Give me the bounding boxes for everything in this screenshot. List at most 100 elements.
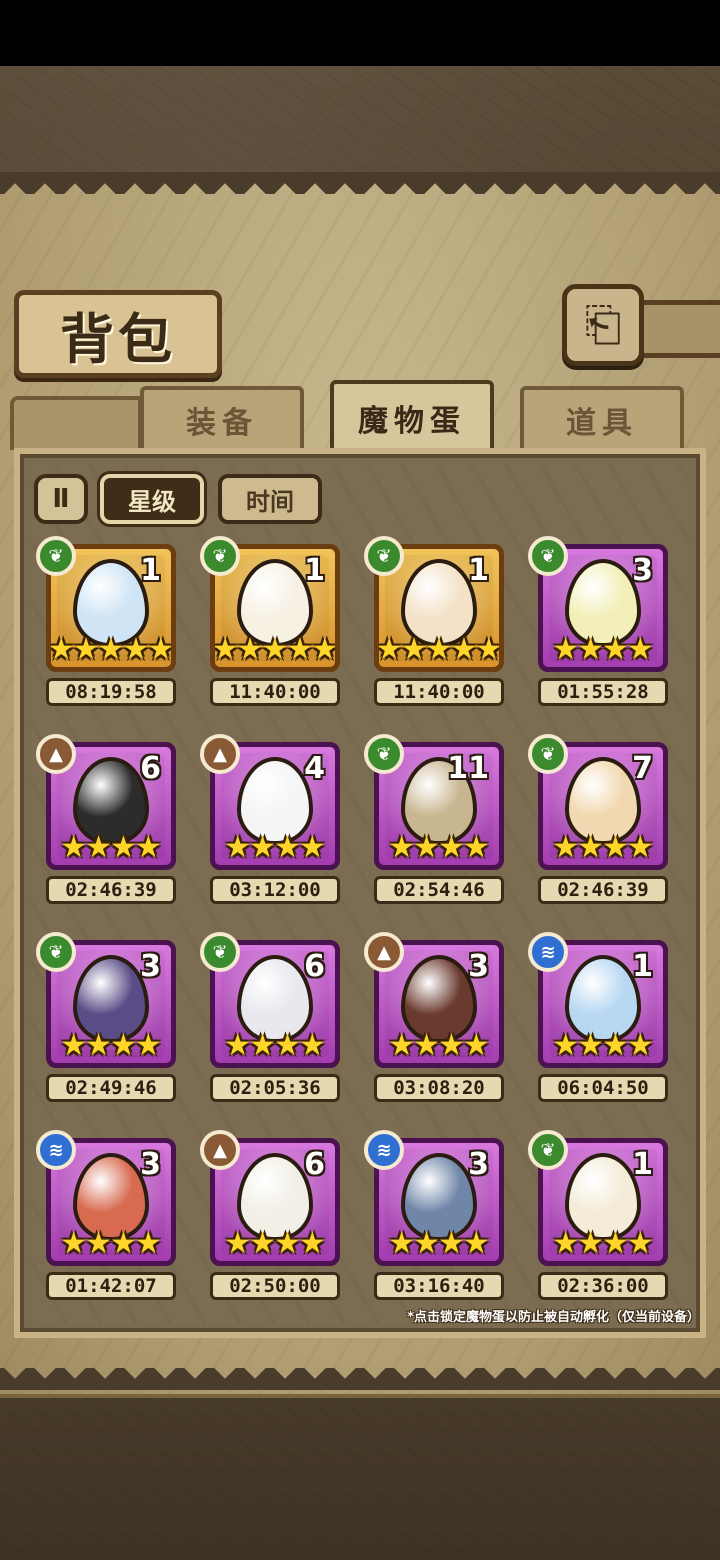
- egg-count: 3: [468, 949, 489, 984]
- star-icon: ★: [286, 632, 314, 667]
- nature-element-icon: ❦: [200, 536, 240, 576]
- star-rating: ★ ★ ★ ★: [551, 1031, 655, 1061]
- star-rating: ★ ★ ★ ★: [223, 833, 327, 863]
- star-icon: ★: [134, 1226, 162, 1261]
- star-icon: ★: [311, 632, 339, 667]
- sort-by-time-label: 时间: [246, 487, 294, 516]
- egg-count: 3: [140, 949, 161, 984]
- star-icon: ★: [552, 1226, 580, 1261]
- egg-slot[interactable]: 6 ★ ★ ★ ★ ❦ 02:05:36: [200, 932, 346, 1104]
- egg-slot[interactable]: 1 ★ ★ ★ ★ ★ ❦ 08:19:58: [36, 536, 182, 708]
- back-button-rail: [644, 300, 720, 358]
- egg-count: 3: [468, 1147, 489, 1182]
- star-icon: ★: [626, 830, 654, 865]
- star-rating: ★ ★ ★ ★: [551, 833, 655, 863]
- star-rating: ★ ★ ★ ★: [59, 1031, 163, 1061]
- star-icon: ★: [577, 632, 604, 667]
- hatch-timer: 11:40:00: [374, 678, 504, 706]
- star-icon: ★: [413, 1226, 440, 1261]
- star-icon: ★: [274, 1226, 301, 1261]
- star-icon: ★: [438, 1028, 465, 1063]
- egg-slot[interactable]: 3 ★ ★ ★ ★ ▲ 03:08:20: [364, 932, 510, 1104]
- star-icon: ★: [249, 1226, 276, 1261]
- star-icon: ★: [577, 1226, 604, 1261]
- star-icon: ★: [388, 1226, 416, 1261]
- star-icon: ★: [60, 1226, 88, 1261]
- egg-slot[interactable]: 1 ★ ★ ★ ★ ❦ 02:36:00: [528, 1130, 674, 1302]
- egg-slot[interactable]: 6 ★ ★ ★ ★ ▲ 02:50:00: [200, 1130, 346, 1302]
- star-icon: ★: [450, 632, 478, 667]
- egg-count: 6: [304, 1147, 325, 1182]
- egg-slot[interactable]: 6 ★ ★ ★ ★ ▲ 02:46:39: [36, 734, 182, 906]
- water-element-icon: ≋: [364, 1130, 404, 1170]
- star-icon: ★: [249, 1028, 276, 1063]
- star-icon: ★: [425, 632, 453, 667]
- hatch-timer: 11:40:00: [210, 678, 340, 706]
- earth-element-icon: ▲: [364, 932, 404, 972]
- star-icon: ★: [85, 1028, 112, 1063]
- tab-bar-left-edge: [10, 396, 142, 450]
- star-icon: ★: [224, 1028, 252, 1063]
- tab-monster-eggs[interactable]: 魔物蛋: [330, 380, 494, 452]
- star-icon: ★: [413, 830, 440, 865]
- star-icon: ★: [388, 1028, 416, 1063]
- egg-count: 1: [140, 553, 161, 588]
- egg-count: 4: [304, 751, 325, 786]
- star-icon: ★: [375, 632, 403, 667]
- earth-element-icon: ▲: [200, 1130, 240, 1170]
- tab-monster-eggs-label: 魔物蛋: [358, 404, 466, 439]
- star-rating: ★ ★ ★ ★: [223, 1031, 327, 1061]
- nature-element-icon: ❦: [528, 536, 568, 576]
- egg-slot[interactable]: 1 ★ ★ ★ ★ ★ ❦ 11:40:00: [364, 536, 510, 708]
- star-icon: ★: [211, 632, 239, 667]
- star-rating: ★ ★ ★ ★: [223, 1229, 327, 1259]
- egg-count: 6: [304, 949, 325, 984]
- egg-slot[interactable]: 3 ★ ★ ★ ★ ≋ 03:16:40: [364, 1130, 510, 1302]
- egg-count: 11: [447, 751, 489, 786]
- earth-element-icon: ▲: [36, 734, 76, 774]
- star-icon: ★: [134, 830, 162, 865]
- hatch-timer: 02:05:36: [210, 1074, 340, 1102]
- back-button[interactable]: ⎗: [562, 284, 644, 366]
- star-rating: ★ ★ ★ ★: [387, 1229, 491, 1259]
- star-icon: ★: [626, 1226, 654, 1261]
- tab-items[interactable]: 道具: [520, 386, 684, 450]
- egg-count: 1: [632, 949, 653, 984]
- hatch-timer: 02:46:39: [46, 876, 176, 904]
- sort-order-toggle[interactable]: Ⅱ: [34, 474, 88, 524]
- star-rating: ★ ★ ★ ★: [59, 1229, 163, 1259]
- star-icon: ★: [552, 1028, 580, 1063]
- star-icon: ★: [298, 1226, 326, 1261]
- star-icon: ★: [72, 632, 100, 667]
- star-icon: ★: [577, 830, 604, 865]
- egg-count: 1: [468, 553, 489, 588]
- star-icon: ★: [438, 1226, 465, 1261]
- tab-equipment[interactable]: 装备: [140, 386, 304, 450]
- star-icon: ★: [626, 1028, 654, 1063]
- star-rating: ★ ★ ★ ★: [551, 635, 655, 665]
- nature-element-icon: ❦: [528, 734, 568, 774]
- star-icon: ★: [85, 830, 112, 865]
- egg-slot[interactable]: 7 ★ ★ ★ ★ ❦ 02:46:39: [528, 734, 674, 906]
- egg-slot[interactable]: 3 ★ ★ ★ ★ ❦ 01:55:28: [528, 536, 674, 708]
- star-icon: ★: [462, 830, 490, 865]
- egg-slot[interactable]: 11 ★ ★ ★ ★ ❦ 02:54:46: [364, 734, 510, 906]
- egg-slot[interactable]: 3 ★ ★ ★ ★ ❦ 02:49:46: [36, 932, 182, 1104]
- star-icon: ★: [462, 1226, 490, 1261]
- nature-element-icon: ❦: [528, 1130, 568, 1170]
- egg-slot[interactable]: 3 ★ ★ ★ ★ ≋ 01:42:07: [36, 1130, 182, 1302]
- egg-slot[interactable]: 1 ★ ★ ★ ★ ★ ❦ 11:40:00: [200, 536, 346, 708]
- earth-element-icon: ▲: [200, 734, 240, 774]
- egg-slot[interactable]: 1 ★ ★ ★ ★ ≋ 06:04:50: [528, 932, 674, 1104]
- page-title: 背包: [60, 307, 176, 371]
- star-rating: ★ ★ ★ ★ ★: [51, 632, 171, 667]
- water-element-icon: ≋: [528, 932, 568, 972]
- sort-by-time-button[interactable]: 时间: [218, 474, 322, 524]
- star-icon: ★: [85, 1226, 112, 1261]
- sort-by-stars-button[interactable]: 星级: [100, 474, 204, 524]
- star-icon: ★: [60, 830, 88, 865]
- star-icon: ★: [602, 632, 629, 667]
- star-rating: ★ ★ ★ ★ ★: [215, 632, 335, 667]
- egg-slot[interactable]: 4 ★ ★ ★ ★ ▲ 03:12:00: [200, 734, 346, 906]
- nature-element-icon: ❦: [364, 734, 404, 774]
